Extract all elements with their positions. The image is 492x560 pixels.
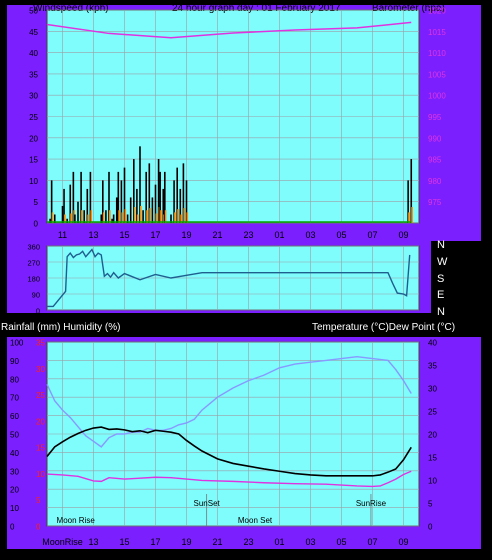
mid-header-right: Temperature (°C)Dew Point (°C) (312, 322, 455, 333)
y-tick-humidity-10: 100 (10, 339, 24, 348)
y2-tick-temp-2: 10 (428, 477, 437, 486)
y-tick-wind-9: 45 (29, 28, 38, 37)
y2-tick-temp-7: 35 (428, 362, 437, 371)
y-tick-wind-10: 50 (29, 7, 38, 16)
y2-tick-baro-3: 990 (428, 134, 442, 143)
x-tick-bottom-5: 23 (243, 537, 253, 547)
x-tick-bottom-10: 09 (398, 537, 408, 547)
direction-letter-e: E (437, 289, 444, 301)
mid-header-left: Rainfall (mm) Humidity (%) (1, 322, 120, 333)
y-tick-humidity-7: 70 (10, 394, 19, 403)
y-tick-dir-0: 0 (36, 307, 40, 316)
y-tick-humidity-3: 30 (10, 467, 19, 476)
weather-graph-svg: Windspeed (kph) 24 hour graph day : 01 F… (1, 3, 481, 549)
y2-tick-temp-5: 25 (428, 408, 437, 417)
y2-tick-baro-7: 1010 (428, 49, 446, 58)
x-tick-top-10: 07 (367, 230, 377, 240)
x-tick-top-3: 17 (150, 230, 160, 240)
y-tick-humidity-0: 0 (10, 523, 15, 532)
x-tick-top-7: 01 (274, 230, 284, 240)
y-tick-dir-2: 180 (27, 275, 40, 284)
y2-tick-baro-2: 985 (428, 156, 442, 165)
y2-tick-baro-5: 1000 (428, 92, 446, 101)
y-tick-rain-6: 30 (36, 365, 45, 374)
x-tick-bottom-6: 01 (274, 537, 284, 547)
y-tick-humidity-9: 90 (10, 357, 19, 366)
x-tick-top-8: 03 (305, 230, 315, 240)
y-tick-rain-4: 20 (36, 417, 45, 426)
x-tick-top-1: 13 (88, 230, 98, 240)
header-center: 24 hour graph day : 01 February 2017 (172, 3, 341, 14)
y-tick-wind-6: 30 (29, 92, 38, 101)
x-tick-top-4: 19 (181, 230, 191, 240)
y-tick-wind-1: 5 (34, 198, 39, 207)
y-tick-dir-3: 270 (27, 259, 40, 268)
x-tick-bottom-9: 07 (367, 537, 377, 547)
x-tick-top-2: 15 (119, 230, 129, 240)
y2-tick-temp-6: 30 (428, 385, 437, 394)
x-tick-bottom-1: 15 (119, 537, 129, 547)
y-tick-rain-2: 10 (36, 470, 45, 479)
y-tick-humidity-6: 60 (10, 412, 19, 421)
y2-tick-baro-1: 980 (428, 177, 442, 186)
y-tick-rain-0: 0 (36, 523, 41, 532)
weather-graph-page: Windspeed (kph) 24 hour graph day : 01 F… (0, 0, 492, 555)
y2-tick-baro-9: 1020 (428, 7, 446, 16)
x-tick-bottom-7: 03 (305, 537, 315, 547)
y2-tick-temp-0: 0 (428, 523, 433, 532)
x-tick-top-9: 05 (336, 230, 346, 240)
direction-letter-s: S (437, 273, 444, 285)
x-tick-bottom-3: 19 (181, 537, 191, 547)
y-tick-wind-8: 40 (29, 49, 38, 58)
header-left: Windspeed (kph) (33, 3, 109, 14)
x-tick-bottom-0: 13 (88, 537, 98, 547)
y2-tick-temp-1: 5 (428, 500, 433, 509)
y2-tick-baro-6: 1005 (428, 70, 446, 79)
direction-letter-n1: N (437, 239, 445, 251)
y-tick-wind-2: 10 (29, 177, 38, 186)
x-tick-bottom-first: MoonRise (42, 537, 83, 547)
y2-tick-temp-8: 40 (428, 339, 437, 348)
y-tick-humidity-8: 80 (10, 375, 19, 384)
annotation-label-2: Moon Rise (57, 516, 96, 525)
y-tick-rain-5: 25 (36, 391, 45, 400)
x-tick-top-11: 09 (398, 230, 408, 240)
x-tick-bottom-4: 21 (212, 537, 222, 547)
y-tick-wind-3: 15 (29, 156, 38, 165)
y-tick-dir-4: 360 (27, 243, 40, 252)
y-tick-humidity-5: 50 (10, 431, 19, 440)
y-tick-rain-7: 35 (36, 339, 45, 348)
y-tick-humidity-2: 20 (10, 486, 19, 495)
y-tick-dir-1: 90 (32, 291, 40, 300)
annotation-label-3: Moon Set (238, 516, 273, 525)
direction-letter-n2: N (437, 306, 445, 318)
x-tick-top-0: 11 (58, 230, 67, 240)
y2-tick-temp-3: 15 (428, 454, 437, 463)
y-tick-rain-1: 5 (36, 496, 41, 505)
y-tick-wind-4: 20 (29, 134, 38, 143)
annotation-label-0: SunSet (194, 499, 221, 508)
y2-tick-baro-8: 1015 (428, 28, 446, 37)
x-tick-bottom-2: 17 (150, 537, 160, 547)
y2-tick-temp-4: 20 (428, 431, 437, 440)
y-tick-humidity-4: 40 (10, 449, 19, 458)
x-tick-bottom-8: 05 (336, 537, 346, 547)
y-tick-rain-3: 15 (36, 444, 45, 453)
y2-tick-baro-4: 995 (428, 113, 442, 122)
direction-letter-w: W (437, 256, 448, 268)
y-tick-humidity-1: 10 (10, 504, 19, 513)
x-tick-top-5: 21 (212, 230, 222, 240)
y-tick-wind-5: 25 (29, 113, 38, 122)
y-tick-wind-7: 35 (29, 70, 38, 79)
x-tick-top-6: 23 (243, 230, 253, 240)
y2-tick-baro-0: 975 (428, 198, 442, 207)
annotation-label-1: SunRise (356, 499, 387, 508)
y-tick-wind-0: 0 (34, 220, 39, 229)
